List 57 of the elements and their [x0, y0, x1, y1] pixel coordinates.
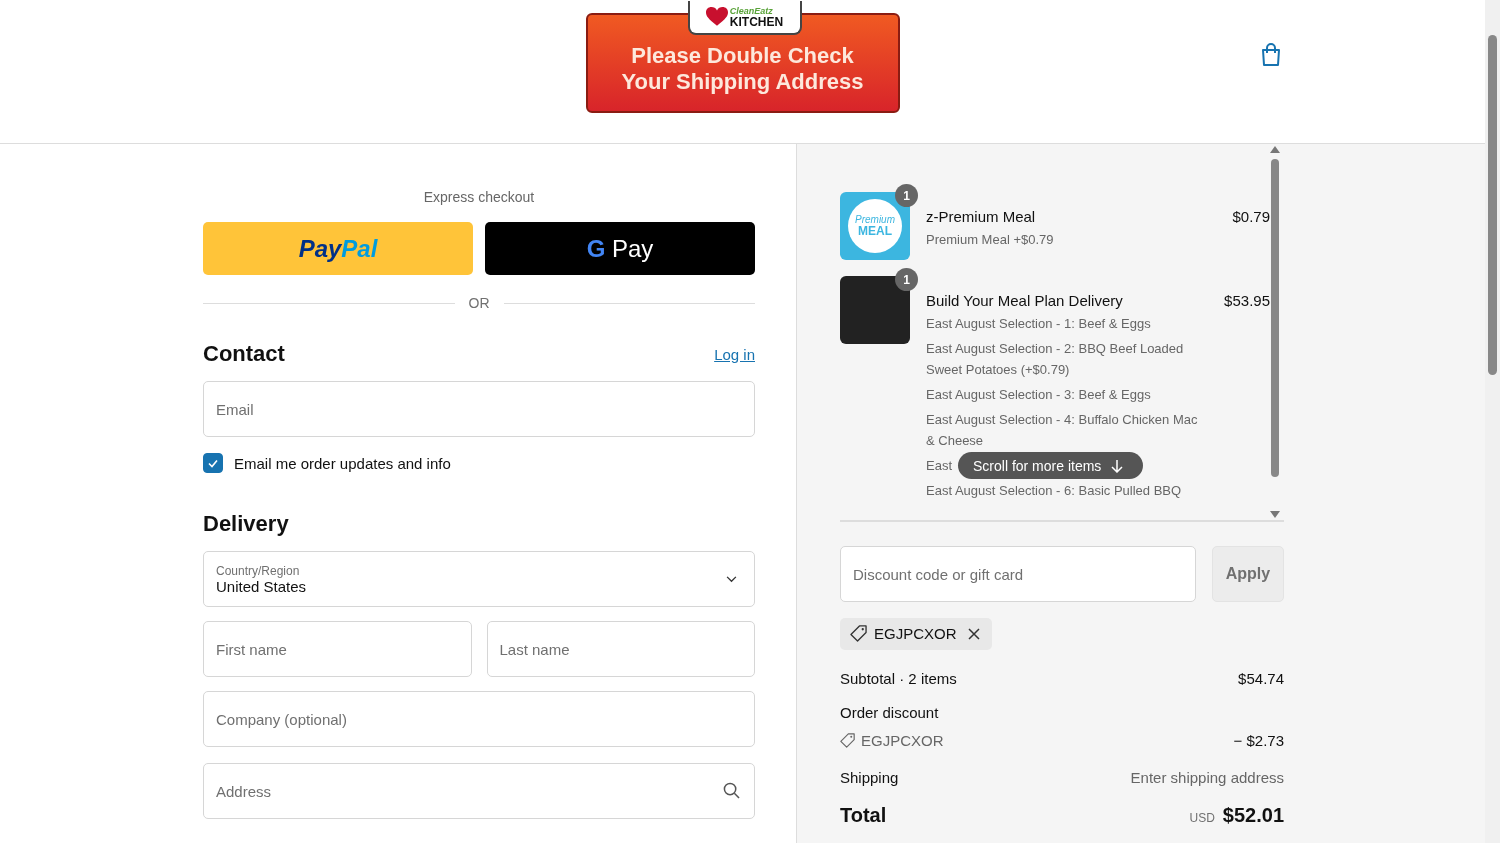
last-name-field[interactable]: Last name [486, 621, 755, 677]
scroll-hint-button[interactable]: Scroll for more items [958, 452, 1144, 479]
logo-text: CleanEatz [729, 6, 774, 16]
item-option: East August Selection - 4: Buffalo Chicken Mac & Cheese [926, 409, 1198, 451]
item-price: $53.95 [1224, 292, 1270, 309]
banner-text: Please Double Check [631, 43, 854, 69]
banner-text: Your Shipping Address [621, 69, 864, 95]
apply-button[interactable]: Apply [1212, 546, 1284, 602]
discount-label: Order discount [840, 704, 939, 721]
search-icon [723, 782, 740, 799]
quantity-badge: 1 [895, 184, 918, 207]
company-field[interactable]: Company (optional) [203, 691, 755, 747]
subtotal-label: Subtotal · 2 items [840, 670, 957, 687]
quantity-badge: 1 [895, 268, 918, 291]
total-label: Total [840, 804, 887, 827]
email-field[interactable]: Email [203, 381, 755, 437]
country-select[interactable]: Country/Region United States [203, 551, 755, 607]
tag-icon [840, 733, 855, 748]
arrow-down-icon [1111, 458, 1124, 473]
discount-code: EGJPCXOR [874, 625, 957, 642]
shipping-value: Enter shipping address [1130, 769, 1284, 786]
paypal-button[interactable]: PayPal [203, 222, 473, 275]
login-link[interactable]: Log in [714, 345, 755, 363]
chevron-down-icon [726, 576, 737, 583]
shopping-bag-icon[interactable] [1260, 43, 1282, 67]
item-name: z-Premium Meal [926, 208, 1036, 225]
close-icon[interactable] [967, 627, 980, 640]
heart-icon [705, 7, 728, 27]
discount-amount: − $2.73 [1233, 732, 1284, 749]
item-name: Build Your Meal Plan Delivery [926, 292, 1123, 309]
subtotal-value: $54.74 [1238, 670, 1284, 687]
shipping-label: Shipping [840, 769, 899, 786]
section-heading: Contact [203, 341, 285, 367]
item-price: $0.79 [1232, 208, 1270, 225]
divider-label: OR [468, 295, 490, 311]
checkbox-label: Email me order updates and info [234, 454, 451, 472]
photo-placeholder [840, 276, 910, 344]
google-pay-button[interactable]: G Pay [485, 222, 755, 275]
express-checkout-label: Express checkout [423, 189, 535, 205]
currency-label: USD [1189, 811, 1215, 825]
checkmark-icon [207, 457, 219, 469]
item-option: East August Selection - 6: Basic Pulled BBQ [926, 480, 1182, 501]
item-option: East August Selection - 2: BBQ Beef Loaded Sweet Potatoes (+$0.79) [926, 338, 1198, 380]
tag-icon [850, 625, 867, 642]
discount-code: EGJPCXOR [861, 732, 944, 749]
section-heading: Delivery [203, 511, 290, 537]
logo-text: KITCHEN [729, 15, 784, 28]
address-field[interactable]: Address [203, 763, 755, 819]
checkbox[interactable] [203, 453, 223, 473]
item-option: East August Selection - 3: Beef & Eggs [926, 384, 1151, 405]
first-name-field[interactable]: First name [203, 621, 472, 677]
discount-code-field[interactable]: Discount code or gift card [840, 546, 1196, 602]
item-option: Premium Meal +$0.79 [926, 229, 1054, 250]
item-option: East August Selection - 1: Beef & Eggs [926, 313, 1151, 334]
page-scrollbar[interactable] [1485, 0, 1500, 843]
item-option: East [926, 455, 952, 476]
total-value: $52.01 [1222, 804, 1284, 827]
